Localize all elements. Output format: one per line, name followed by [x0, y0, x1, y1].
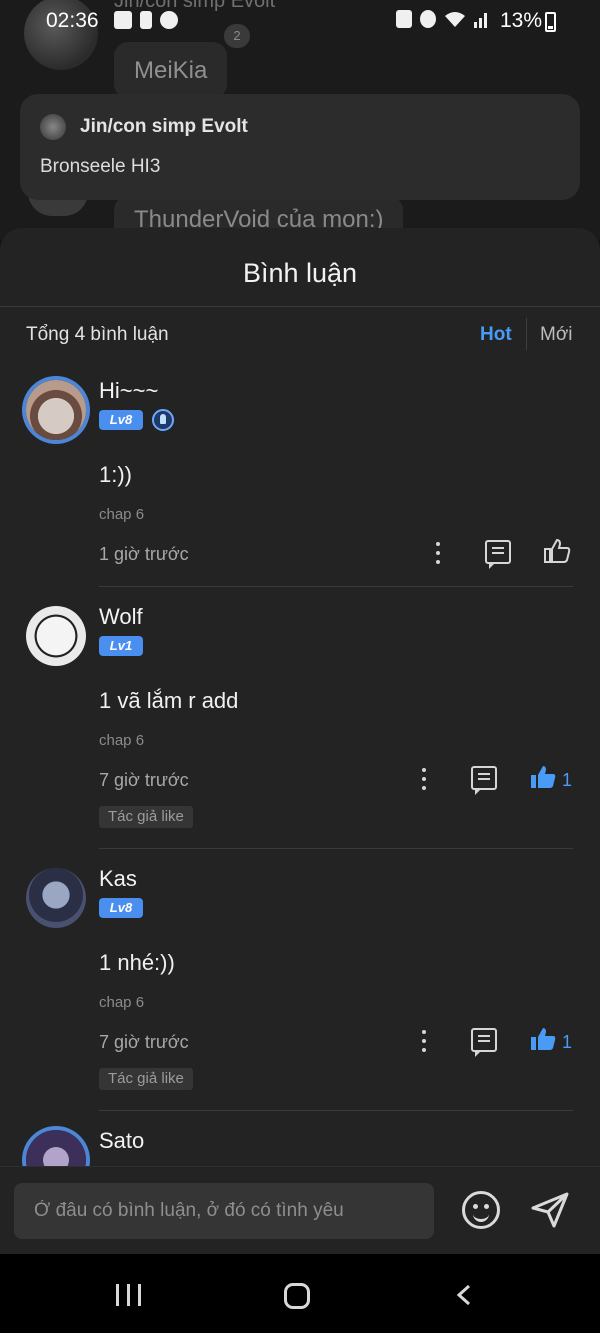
reply-icon[interactable] — [471, 766, 497, 795]
battery-icon — [545, 12, 556, 32]
sort-new-tab[interactable]: Mới — [540, 324, 573, 346]
back-icon[interactable] — [454, 1284, 476, 1306]
status-time: 02:36 — [46, 9, 99, 32]
comment-divider — [99, 848, 573, 849]
comment-input-bar — [0, 1166, 600, 1254]
reply-text: Bronseele HI3 — [40, 156, 161, 177]
battery-percentage: 13% — [499, 9, 542, 32]
sheet-title: Bình luận — [242, 258, 358, 288]
chat-message: MeiKia — [114, 42, 228, 98]
like-count: 1 — [562, 770, 573, 790]
total-comments: Tổng 4 bình luận — [26, 324, 169, 345]
level-badge: Lv1 — [99, 636, 143, 656]
navigation-bar — [0, 1254, 600, 1333]
comment-time: 1 giờ trước — [99, 544, 189, 564]
comment-author[interactable]: Hi~~~ — [99, 378, 158, 404]
like-icon-active[interactable] — [529, 764, 557, 790]
reply-avatar — [40, 114, 66, 140]
reply-preview-card: Jin/con simp Evolt Bronseele HI3 — [20, 94, 580, 200]
send-icon[interactable] — [530, 1191, 570, 1229]
comment-chapter: chap 6 — [99, 506, 145, 523]
more-options-icon[interactable] — [435, 542, 441, 566]
comment-text: 1 vã lắm r add — [99, 688, 239, 713]
like-count: 1 — [562, 1032, 573, 1052]
crest-icon — [152, 409, 174, 431]
comment-author[interactable]: Kas — [99, 866, 137, 892]
comment-author[interactable]: Wolf — [99, 604, 143, 630]
home-icon[interactable] — [284, 1283, 310, 1309]
avatar[interactable] — [26, 868, 86, 928]
reply-icon[interactable] — [471, 1028, 497, 1057]
recents-icon[interactable] — [116, 1284, 144, 1306]
comment-input[interactable] — [14, 1183, 434, 1239]
author-like-badge: Tác giả like — [99, 806, 193, 828]
more-options-icon[interactable] — [421, 1030, 427, 1054]
comment-time: 7 giờ trước — [99, 770, 189, 790]
comment-list: Hi~~~ Lv8 1:)) chap 6 1 giờ trước Wolf L… — [0, 364, 600, 1190]
reply-icon[interactable] — [485, 540, 511, 569]
comment-text: 1 nhé:)) — [99, 950, 175, 975]
comment-divider — [99, 1110, 573, 1111]
notification-icons — [114, 11, 178, 29]
system-icons — [396, 10, 490, 28]
signal-icon — [474, 13, 487, 28]
gallery-icon — [114, 11, 132, 29]
emoji-icon[interactable] — [462, 1191, 500, 1229]
comment-divider — [99, 586, 573, 587]
comment-chapter: chap 6 — [99, 732, 145, 749]
wifi-icon — [445, 12, 465, 27]
level-badge: Lv8 — [99, 898, 143, 918]
do-not-disturb-icon — [160, 11, 178, 29]
like-icon[interactable] — [543, 538, 571, 564]
comments-sheet: Bình luận Tổng 4 bình luận Hot Mới Hi~~~… — [0, 228, 600, 1254]
avatar[interactable] — [26, 380, 86, 440]
sort-hot-tab[interactable]: Hot — [480, 324, 512, 346]
comment-chapter: chap 6 — [99, 994, 145, 1011]
level-badge: Lv8 — [99, 410, 143, 430]
avatar[interactable] — [26, 606, 86, 666]
divider — [526, 318, 527, 350]
alarm-icon — [420, 10, 436, 28]
reply-name: Jin/con simp Evolt — [80, 116, 248, 137]
battery-saver-icon — [396, 10, 412, 28]
comment-text: 1:)) — [99, 462, 132, 487]
more-options-icon[interactable] — [421, 768, 427, 792]
like-icon-active[interactable] — [529, 1026, 557, 1052]
comment-input-wrapper — [14, 1183, 434, 1239]
status-bar: 02:36 13% — [0, 0, 600, 42]
divider — [0, 306, 600, 307]
comment-author[interactable]: Sato — [99, 1128, 144, 1154]
comment-time: 7 giờ trước — [99, 1032, 189, 1052]
battery-saver-icon — [140, 11, 152, 29]
author-like-badge: Tác giả like — [99, 1068, 193, 1090]
